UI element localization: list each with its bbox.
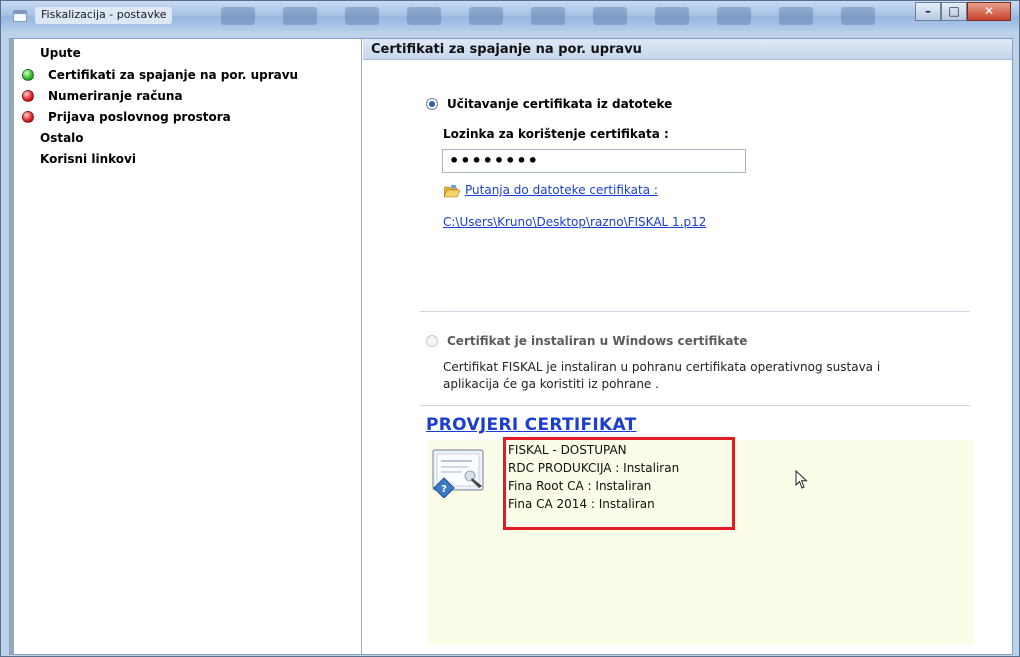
sidebar-item-certifikati[interactable]: Certifikati za spajanje na por. upravu (22, 66, 298, 84)
radio-load-from-file[interactable] (426, 98, 438, 110)
close-button[interactable]: ✕ (967, 2, 1011, 21)
sidebar-item-label: Ostalo (40, 131, 84, 145)
status-red-icon (22, 90, 34, 102)
sidebar-item-ostalo[interactable]: Ostalo (40, 129, 84, 147)
password-field[interactable]: •••••••• (442, 149, 746, 173)
window-controls: – □ ✕ (915, 2, 1011, 22)
close-icon: ✕ (983, 4, 995, 18)
section-title: Certifikati za spajanje na por. upravu (363, 39, 1012, 60)
option-windows-label[interactable]: Certifikat je instaliran u Windows certi… (447, 334, 747, 348)
status-red-icon (22, 111, 34, 123)
folder-open-icon[interactable] (444, 185, 460, 198)
app-icon (13, 10, 27, 22)
window-title: Fiskalizacija - postavke (35, 7, 173, 24)
separator (420, 405, 970, 407)
title-bar[interactable]: Fiskalizacija - postavke – □ ✕ (1, 1, 1019, 31)
sidebar-edge (10, 39, 14, 654)
option-windows-description: Certifikat FISKAL je instaliran u pohran… (443, 360, 881, 391)
maximize-icon: □ (948, 4, 960, 18)
sidebar-item-label: Korisni linkovi (40, 152, 136, 166)
sidebar-item-prijava[interactable]: Prijava poslovnog prostora (22, 108, 231, 126)
certificate-path-link[interactable]: Putanja do datoteke certifikata : (465, 183, 658, 197)
result-rdc-produkcija: RDC PRODUKCIJA : Instaliran (508, 461, 680, 475)
client-area: Upute Certifikati za spajanje na por. up… (9, 38, 1013, 655)
sidebar-item-korisni-linkovi[interactable]: Korisni linkovi (40, 150, 136, 168)
sidebar-item-numeriranje[interactable]: Numeriranje računa (22, 87, 183, 105)
password-label: Lozinka za korištenje certifikata : (443, 127, 669, 141)
radio-windows-store[interactable] (426, 335, 438, 347)
result-fina-ca-2014: Fina CA 2014 : Instaliran (508, 497, 655, 511)
status-green-icon (22, 69, 34, 81)
sidebar-item-label: Numeriranje računa (48, 89, 183, 103)
check-certificate-link[interactable]: PROVJERI CERTIFIKAT (426, 415, 637, 435)
minimize-button[interactable]: – (915, 2, 941, 21)
sidebar: Upute Certifikati za spajanje na por. up… (10, 39, 362, 654)
minimize-icon: – (925, 4, 931, 18)
certificate-icon: ? (432, 449, 484, 498)
result-panel: ? FISKAL - DOSTUPAN RDC PRODUKCIJA : Ins… (428, 437, 974, 645)
main-panel: Certifikati za spajanje na por. upravu U… (363, 39, 1012, 654)
option-file-label[interactable]: Učitavanje certifikata iz datoteke (447, 97, 672, 111)
title-bar-background (221, 5, 901, 27)
result-fina-root-ca: Fina Root CA : Instaliran (508, 479, 652, 493)
svg-text:?: ? (441, 484, 447, 495)
separator (420, 311, 970, 313)
mouse-pointer-icon (795, 470, 808, 489)
sidebar-item-upute[interactable]: Upute (40, 44, 81, 62)
certificate-path-value[interactable]: C:\Users\Kruno\Desktop\razno\FISKAL 1.p1… (443, 215, 706, 229)
result-fiskal: FISKAL - DOSTUPAN (508, 443, 627, 457)
sidebar-item-label: Upute (40, 46, 81, 60)
sidebar-item-label: Prijava poslovnog prostora (48, 110, 231, 124)
app-window: Fiskalizacija - postavke – □ ✕ Upute Cer… (0, 0, 1020, 657)
maximize-button[interactable]: □ (941, 2, 967, 21)
sidebar-item-label: Certifikati za spajanje na por. upravu (48, 68, 299, 82)
